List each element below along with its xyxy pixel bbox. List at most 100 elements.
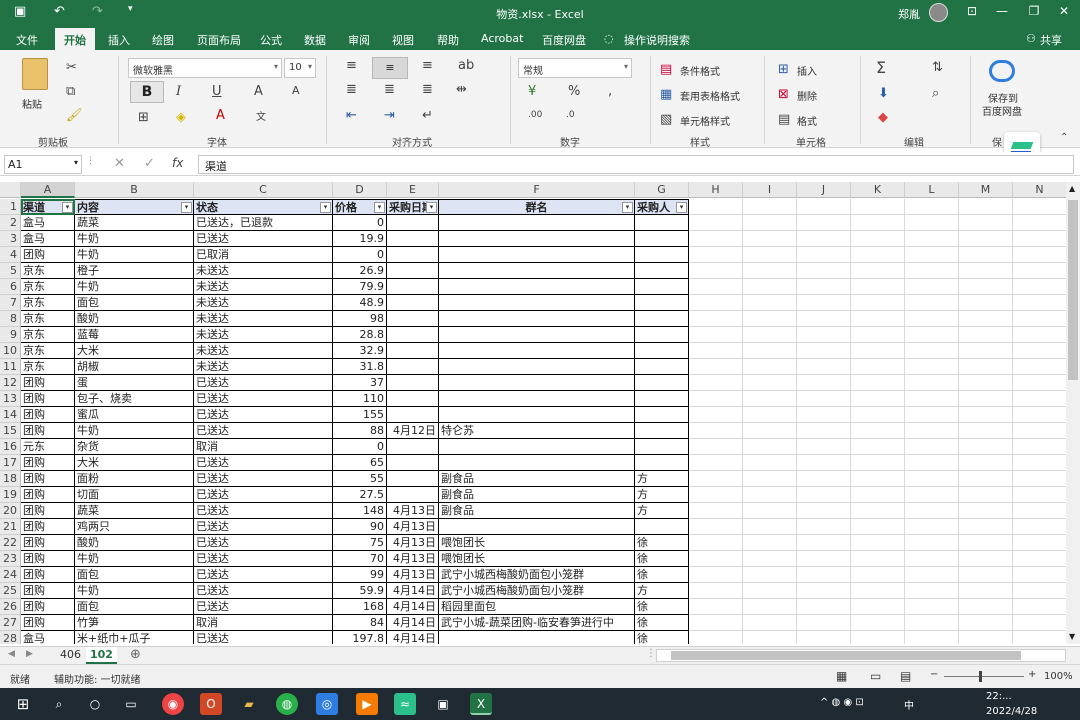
empty-cell[interactable] — [743, 295, 797, 311]
empty-cell[interactable] — [905, 279, 959, 295]
cell-styles-button[interactable]: 单元格样式 — [680, 113, 730, 128]
empty-cell[interactable] — [689, 375, 743, 391]
table-cell[interactable]: 90 — [333, 519, 387, 535]
cut-icon[interactable]: ✂ — [66, 60, 77, 75]
row-header[interactable]: 26 — [0, 599, 21, 615]
table-cell[interactable] — [439, 279, 635, 295]
row-header[interactable]: 2 — [0, 215, 21, 231]
empty-cell[interactable] — [959, 279, 1013, 295]
empty-cell[interactable] — [743, 503, 797, 519]
empty-cell[interactable] — [851, 455, 905, 471]
row-header[interactable]: 16 — [0, 439, 21, 455]
empty-cell[interactable] — [1013, 583, 1066, 599]
empty-cell[interactable] — [797, 263, 851, 279]
select-all-corner[interactable] — [0, 182, 21, 198]
table-cell[interactable]: 19.9 — [333, 231, 387, 247]
table-cell[interactable]: 55 — [333, 471, 387, 487]
empty-cell[interactable] — [1013, 519, 1066, 535]
row-header[interactable]: 23 — [0, 551, 21, 567]
empty-cell[interactable] — [689, 199, 743, 215]
filter-dropdown-icon[interactable]: ▾ — [181, 202, 192, 213]
empty-cell[interactable] — [959, 455, 1013, 471]
table-cell[interactable]: 已送达 — [194, 503, 333, 519]
empty-cell[interactable] — [959, 439, 1013, 455]
table-cell[interactable] — [635, 247, 689, 263]
windows-start-icon[interactable]: ⊞ — [12, 693, 34, 715]
empty-cell[interactable] — [689, 279, 743, 295]
empty-cell[interactable] — [851, 423, 905, 439]
empty-cell[interactable] — [905, 519, 959, 535]
table-cell[interactable]: 已送达 — [194, 583, 333, 599]
empty-cell[interactable] — [797, 215, 851, 231]
tab-home[interactable]: 开始 — [55, 28, 95, 50]
empty-cell[interactable] — [689, 519, 743, 535]
accessibility-status[interactable]: 辅助功能: 一切就绪 — [54, 671, 141, 686]
format-table-icon[interactable]: ▦ — [660, 87, 672, 102]
empty-cell[interactable] — [959, 503, 1013, 519]
table-cell[interactable] — [387, 407, 439, 423]
save-baidu-line2[interactable]: 百度网盘 — [982, 103, 1022, 118]
table-cell[interactable]: 4月13日 — [387, 567, 439, 583]
table-cell[interactable]: 已送达 — [194, 519, 333, 535]
table-cell[interactable]: 团购 — [21, 391, 75, 407]
row-header[interactable]: 11 — [0, 359, 21, 375]
table-cell[interactable]: 牛奶 — [75, 423, 194, 439]
column-header-H[interactable]: H — [689, 182, 743, 198]
empty-cell[interactable] — [851, 263, 905, 279]
empty-cell[interactable] — [851, 471, 905, 487]
align-right-icon[interactable]: ≣ — [422, 82, 433, 97]
table-cell[interactable]: 元东 — [21, 439, 75, 455]
table-cell[interactable]: 已送达 — [194, 455, 333, 471]
column-header-C[interactable]: C — [194, 182, 333, 198]
empty-cell[interactable] — [797, 375, 851, 391]
empty-cell[interactable] — [851, 295, 905, 311]
restore-icon[interactable]: ❐ — [1022, 4, 1046, 18]
empty-cell[interactable] — [959, 359, 1013, 375]
empty-cell[interactable] — [797, 455, 851, 471]
tab-review[interactable]: 审阅 — [348, 32, 370, 48]
empty-cell[interactable] — [905, 455, 959, 471]
table-cell[interactable]: 武宁小城西梅酸奶面包小笼群 — [439, 567, 635, 583]
table-cell[interactable]: 副食品 — [439, 471, 635, 487]
tray-icons[interactable]: ^ ◍ ◉ ⊡ — [820, 697, 864, 708]
prev-sheet-icon[interactable]: ◀ — [8, 649, 15, 659]
table-cell[interactable]: 酸奶 — [75, 535, 194, 551]
conditional-format-button[interactable]: 条件格式 — [680, 63, 720, 78]
empty-cell[interactable] — [851, 327, 905, 343]
table-header-cell[interactable]: 采购日期 ▾ — [387, 199, 439, 215]
empty-cell[interactable] — [851, 407, 905, 423]
column-header-B[interactable]: B — [75, 182, 194, 198]
insert-cells-button[interactable]: 插入 — [797, 63, 817, 78]
empty-cell[interactable] — [689, 567, 743, 583]
table-cell[interactable]: 已送达 — [194, 535, 333, 551]
table-cell[interactable] — [635, 231, 689, 247]
remote-desktop-icon[interactable]: ▣ — [432, 693, 454, 715]
table-cell[interactable]: 4月13日 — [387, 551, 439, 567]
zoom-out-icon[interactable]: − — [930, 669, 938, 680]
empty-cell[interactable] — [851, 567, 905, 583]
table-cell[interactable] — [387, 279, 439, 295]
empty-cell[interactable] — [689, 295, 743, 311]
empty-cell[interactable] — [689, 247, 743, 263]
table-cell[interactable]: 已送达 — [194, 423, 333, 439]
scroll-up-icon[interactable]: ▲ — [1069, 184, 1075, 193]
font-color-icon[interactable]: A — [216, 108, 225, 123]
empty-cell[interactable] — [905, 407, 959, 423]
phonetic-icon[interactable]: 文 — [256, 108, 266, 123]
delete-cells-button[interactable]: 删除 — [797, 88, 817, 103]
comma-style-icon[interactable]: , — [608, 84, 612, 99]
empty-cell[interactable] — [689, 231, 743, 247]
empty-cell[interactable] — [905, 247, 959, 263]
row-header[interactable]: 9 — [0, 327, 21, 343]
table-cell[interactable]: 米+纸巾+瓜子 — [75, 631, 194, 644]
empty-cell[interactable] — [851, 231, 905, 247]
empty-cell[interactable] — [905, 487, 959, 503]
table-cell[interactable]: 48.9 — [333, 295, 387, 311]
empty-cell[interactable] — [851, 199, 905, 215]
table-cell[interactable]: 徐 — [635, 631, 689, 644]
empty-cell[interactable] — [1013, 327, 1066, 343]
column-header-D[interactable]: D — [333, 182, 387, 198]
table-cell[interactable]: 4月14日 — [387, 615, 439, 631]
table-cell[interactable] — [635, 455, 689, 471]
empty-cell[interactable] — [689, 263, 743, 279]
